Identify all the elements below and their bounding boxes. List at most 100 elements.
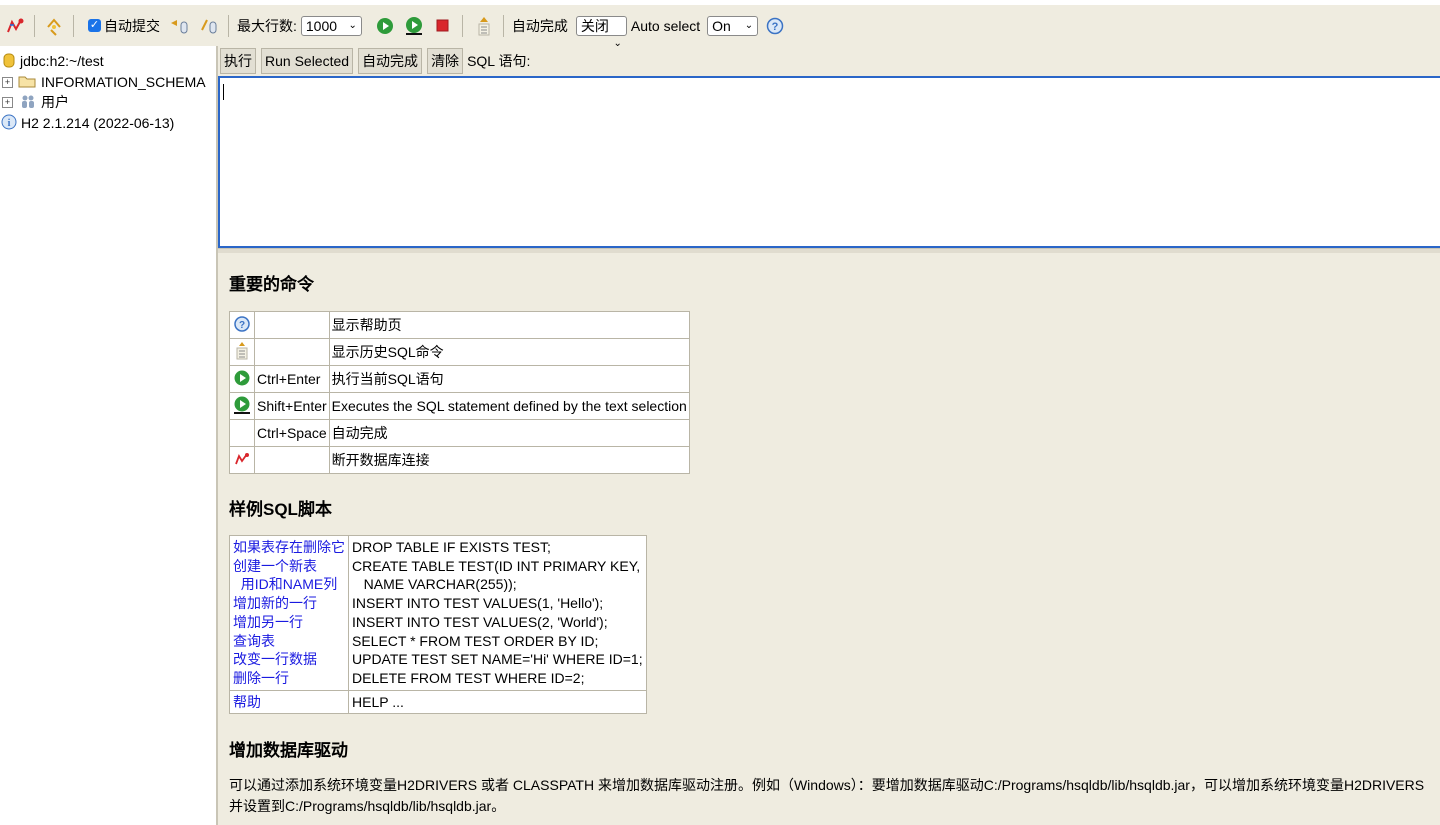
shortcut-cell: Ctrl+Enter: [254, 365, 330, 393]
autocomplete-value: 关闭: [580, 17, 609, 34]
max-rows-select[interactable]: 1000 ⌄: [300, 15, 362, 36]
sample-link[interactable]: 用ID和NAME列: [233, 575, 345, 594]
help-link[interactable]: 帮助: [233, 693, 345, 712]
sample-code-line: UPDATE TEST SET NAME='Hi' WHERE ID=1;: [352, 651, 643, 668]
table-row: Shift+Enter Executes the SQL statement d…: [229, 392, 690, 420]
chevron-down-icon: ⌄: [348, 19, 357, 31]
expand-icon[interactable]: +: [2, 76, 13, 88]
toolbar-separator: [73, 14, 74, 37]
add-driver-title: 增加数据库驱动: [229, 741, 348, 760]
toolbar-separator: [461, 14, 463, 37]
commands-table: ? 显示帮助页 显示历史SQL命令 Ctrl+Enter 执行当前SQL语句 S…: [229, 311, 690, 474]
toolbar: ✓ 自动提交 最大行数: 1000 ⌄ 自动完成 关闭 ⌄ Auto select …: [0, 0, 1440, 49]
sample-link[interactable]: 改变一行数据: [233, 650, 345, 669]
sample-code-line: INSERT INTO TEST VALUES(1, 'Hello');: [352, 595, 604, 612]
execute-button[interactable]: 执行: [220, 48, 256, 74]
commit-icon[interactable]: [198, 15, 220, 37]
disconnect-icon: [229, 446, 255, 474]
tree-connection[interactable]: jdbc:h2:~/test: [0, 51, 104, 71]
expand-icon[interactable]: +: [2, 96, 13, 108]
sample-link[interactable]: 创建一个新表: [233, 557, 345, 576]
sample-link[interactable]: 增加另一行: [233, 613, 345, 632]
table-row: 如果表存在删除它 创建一个新表 用ID和NAME列 增加新的一行 增加另一行 查…: [229, 535, 647, 691]
table-row: 断开数据库连接: [229, 446, 690, 474]
important-commands-title: 重要的命令: [229, 275, 314, 294]
run-selected-icon: [229, 392, 255, 420]
shortcut-cell: Ctrl+Space: [254, 419, 330, 447]
max-rows-label: 最大行数:: [237, 17, 297, 34]
sample-code-line: SELECT * FROM TEST ORDER BY ID;: [352, 632, 599, 649]
run-icon[interactable]: [374, 15, 396, 37]
run-selected-icon[interactable]: [403, 15, 425, 37]
connection-label: jdbc:h2:~/test: [20, 53, 104, 69]
sample-code-line: CREATE TABLE TEST(ID INT PRIMARY KEY,: [352, 557, 641, 574]
help-icon[interactable]: ?: [764, 15, 786, 37]
clear-button[interactable]: 清除: [427, 48, 464, 74]
sample-link[interactable]: 删除一行: [233, 669, 345, 688]
folder-icon: [18, 74, 36, 91]
shortcut-cell: [254, 338, 330, 366]
description-cell: Executes the SQL statement defined by th…: [328, 392, 690, 420]
description-cell: 显示帮助页: [328, 311, 690, 339]
sample-code-line: DROP TABLE IF EXISTS TEST;: [352, 539, 551, 555]
description-cell: 断开数据库连接: [328, 446, 690, 474]
run-selected-button[interactable]: Run Selected: [261, 48, 354, 74]
max-rows-value: 1000: [305, 17, 338, 34]
history-icon: [229, 338, 255, 366]
sample-code-line: NAME VARCHAR(255));: [352, 576, 517, 593]
panel-divider[interactable]: [218, 248, 1440, 253]
autocomplete-select[interactable]: 关闭 ⌄: [575, 15, 627, 49]
history-icon[interactable]: [473, 15, 495, 37]
help-icon: ?: [229, 311, 255, 339]
table-row: Ctrl+Enter 执行当前SQL语句: [229, 365, 690, 393]
auto-select-select[interactable]: On ⌄: [707, 15, 759, 36]
rollback-icon[interactable]: [168, 15, 190, 37]
toolbar-separator: [34, 14, 35, 37]
sql-label: SQL 语句:: [467, 53, 531, 69]
tree-schema[interactable]: + INFORMATION_SCHEMA: [0, 72, 206, 92]
shortcut-cell: [254, 446, 330, 474]
description-cell: 显示历史SQL命令: [328, 338, 690, 366]
version-label: H2 2.1.214 (2022-06-13): [21, 115, 175, 131]
autocomplete-button[interactable]: 自动完成: [358, 48, 423, 74]
samples-table: 如果表存在删除它 创建一个新表 用ID和NAME列 增加新的一行 增加另一行 查…: [229, 535, 647, 715]
sample-links-cell: 如果表存在删除它 创建一个新表 用ID和NAME列 增加新的一行 增加另一行 查…: [229, 535, 349, 691]
tree-version: i H2 2.1.214 (2022-06-13): [0, 113, 174, 133]
tree-users[interactable]: + 用户: [0, 92, 69, 112]
refresh-icon[interactable]: [43, 15, 65, 37]
sample-code-cell: DROP TABLE IF EXISTS TEST; CREATE TABLE …: [348, 535, 647, 691]
text-caret: [223, 84, 224, 100]
table-row: 显示历史SQL命令: [229, 338, 690, 366]
table-row: ? 显示帮助页: [229, 311, 690, 339]
run-icon: [229, 365, 255, 393]
shortcut-cell: [254, 311, 330, 339]
help-link-cell: 帮助: [229, 689, 349, 715]
shortcut-cell: Shift+Enter: [254, 392, 330, 420]
empty-icon-cell: [229, 419, 255, 447]
schema-label: INFORMATION_SCHEMA: [41, 74, 206, 90]
sample-link[interactable]: 增加新的一行: [233, 594, 345, 613]
toolbar-separator: [502, 14, 504, 37]
sql-editor[interactable]: [218, 76, 1440, 248]
chevron-down-icon: ⌄: [744, 19, 754, 31]
sample-link[interactable]: 如果表存在删除它: [233, 538, 345, 557]
users-label: 用户: [41, 94, 69, 110]
help-code-cell: HELP ...: [348, 689, 647, 715]
database-icon: [3, 52, 15, 71]
svg-text:?: ?: [239, 320, 245, 331]
database-tree: jdbc:h2:~/test + INFORMATION_SCHEMA + 用户…: [0, 46, 218, 825]
auto-select-value: On: [712, 17, 731, 34]
table-row: Ctrl+Space 自动完成: [229, 419, 690, 447]
autocommit-checkbox[interactable]: ✓: [88, 19, 101, 32]
main-panel: 执行 Run Selected 自动完成 清除 SQL 语句: 重要的命令 ? …: [218, 46, 1440, 825]
toolbar-separator: [228, 14, 229, 37]
sample-code-line: DELETE FROM TEST WHERE ID=2;: [352, 669, 585, 686]
add-driver-text: 可以通过添加系统环境变量H2DRIVERS 或者 CLASSPATH 来增加数据…: [229, 777, 1425, 814]
sql-toolbar: 执行 Run Selected 自动完成 清除 SQL 语句:: [218, 46, 1440, 76]
disconnect-icon[interactable]: [4, 15, 26, 37]
sample-link[interactable]: 查询表: [233, 632, 345, 651]
table-row: 帮助 HELP ...: [229, 689, 647, 715]
svg-text:i: i: [8, 118, 11, 129]
stop-icon[interactable]: [432, 15, 454, 37]
description-cell: 自动完成: [328, 419, 690, 447]
